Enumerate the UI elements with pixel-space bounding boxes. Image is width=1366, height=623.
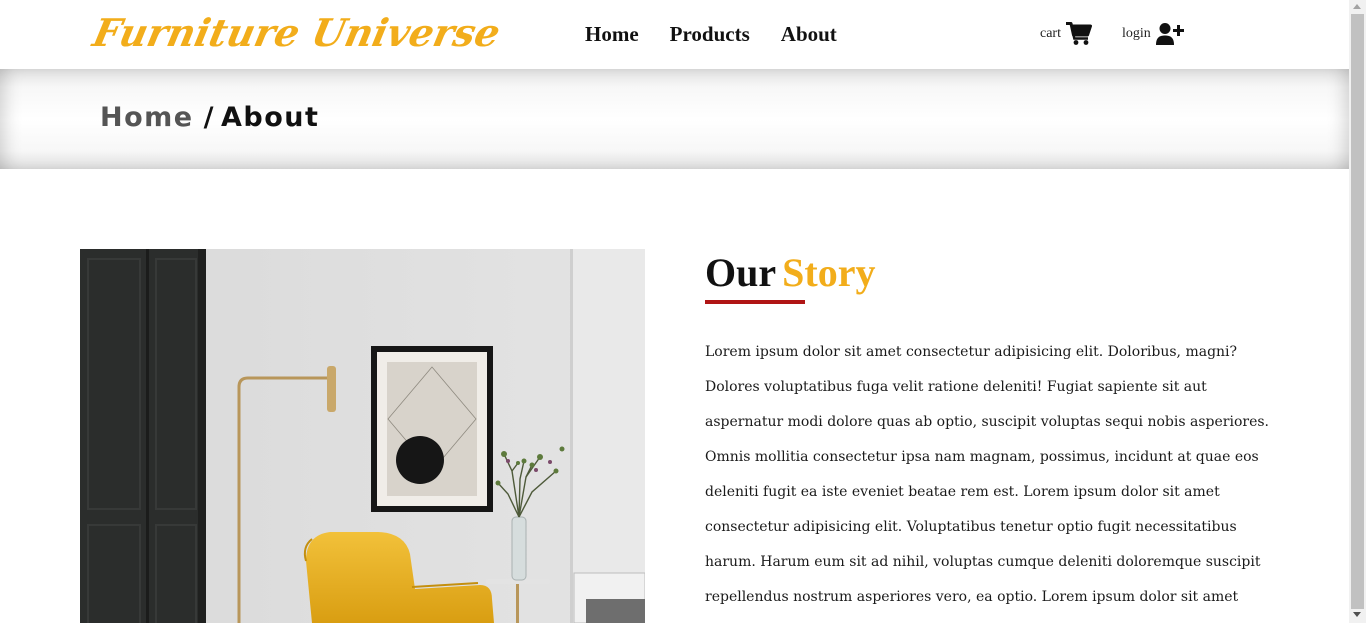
story-heading-underline (705, 300, 805, 304)
shopping-cart-icon (1065, 22, 1092, 46)
main-nav: Home Products About (585, 20, 868, 48)
nav-home-link[interactable]: Home (585, 20, 639, 48)
story-paragraph: Lorem ipsum dolor sit amet consectetur a… (705, 344, 1269, 605)
user-plus-icon (1155, 22, 1184, 46)
scrollbar-thumb[interactable] (1351, 14, 1364, 609)
breadcrumb: Home / About (100, 102, 319, 133)
breadcrumb-home-link[interactable]: Home (100, 102, 194, 133)
scroll-up-arrow-icon[interactable] (1353, 4, 1361, 9)
story-heading-word2: Story (782, 250, 876, 295)
breadcrumb-separator: / (203, 102, 215, 133)
cart-label: cart (1040, 26, 1061, 41)
story-heading-word1: Our (705, 250, 777, 295)
site-header: Furniture Universe Home Products About c… (0, 0, 1349, 69)
brand-logo[interactable]: Furniture Universe (88, 4, 506, 60)
scroll-down-arrow-icon[interactable] (1353, 612, 1361, 617)
about-photo (80, 249, 645, 623)
nav-products-link[interactable]: Products (670, 20, 750, 48)
story-heading: Our Story (705, 249, 875, 297)
login-label: login (1122, 26, 1151, 41)
cart-button[interactable]: cart (1040, 18, 1092, 50)
breadcrumb-banner: Home / About (0, 69, 1349, 169)
login-button[interactable]: login (1122, 18, 1184, 50)
nav-about-link[interactable]: About (781, 20, 837, 48)
breadcrumb-current: About (220, 102, 320, 133)
